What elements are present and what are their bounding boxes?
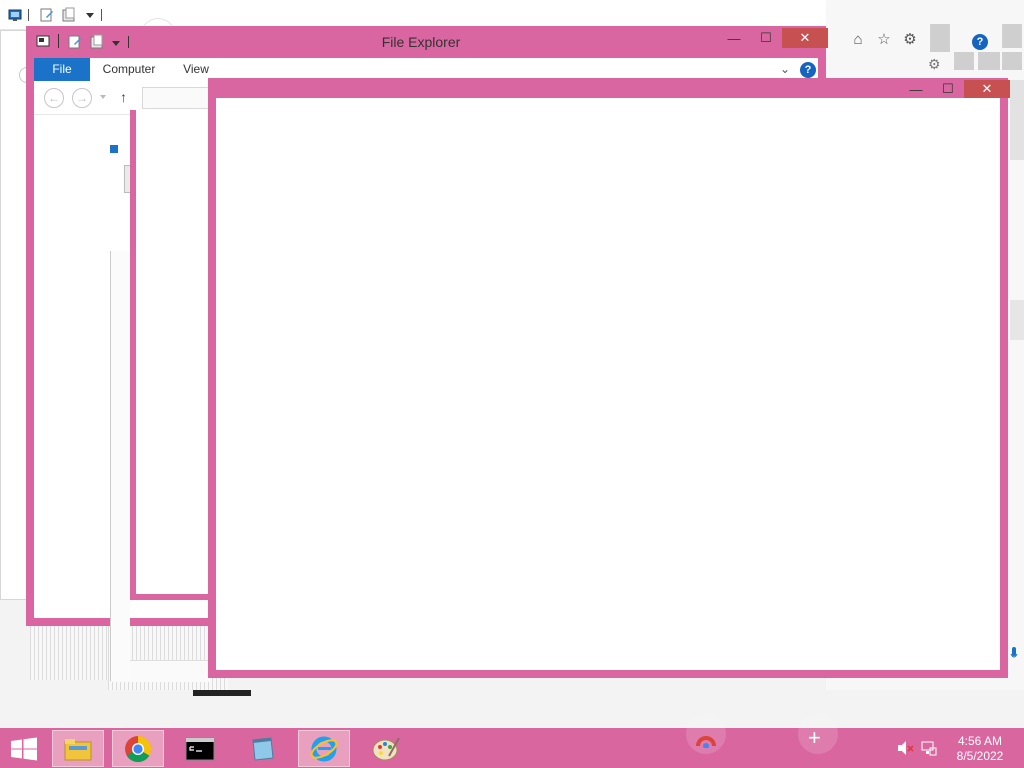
network-icon[interactable] [920, 739, 938, 757]
command-prompt-icon [185, 737, 215, 760]
home-icon[interactable]: ⌂ [848, 30, 868, 48]
toolbar-block [1002, 52, 1022, 70]
properties-icon[interactable] [40, 7, 54, 23]
tab-computer[interactable]: Computer [96, 58, 162, 81]
taskbar-paint[interactable] [360, 730, 412, 767]
minimize-button[interactable]: — [900, 80, 932, 98]
close-button[interactable]: ✕ [964, 80, 1010, 98]
internet-explorer-icon [310, 736, 338, 761]
windows-logo-icon [11, 737, 37, 761]
add-button[interactable]: + [808, 725, 821, 751]
taskbar-internet-explorer[interactable] [298, 730, 350, 767]
favorites-star-icon[interactable]: ☆ [874, 30, 894, 48]
forward-button[interactable]: → [72, 88, 92, 108]
window-controls: — ☐ ✕ [900, 80, 1010, 98]
maximize-button[interactable]: ☐ [932, 80, 964, 98]
recent-locations-dropdown[interactable] [100, 95, 106, 99]
separator [101, 9, 102, 21]
folder-icon [64, 738, 92, 760]
navigation-pane [110, 251, 130, 681]
help-icon[interactable]: ? [800, 62, 816, 78]
toolbar-block [978, 52, 1000, 70]
clock-date: 8/5/2022 [956, 749, 1004, 763]
microphone-icon[interactable] [1010, 645, 1018, 665]
back-button[interactable]: ← [44, 88, 64, 108]
window-controls: — ☐ ✕ [718, 28, 828, 48]
separator [28, 9, 29, 21]
toolbar-block [954, 52, 974, 70]
system-clock[interactable]: 4:56 AM 8/5/2022 [950, 734, 1010, 764]
up-button[interactable]: ↑ [120, 89, 127, 105]
scroll-segment [1010, 300, 1024, 340]
volume-muted-icon[interactable] [896, 739, 914, 757]
taskbar-notepad[interactable] [236, 730, 288, 767]
taskbar: + 4:56 AM 8/5/2022 [0, 714, 1024, 768]
taskbar-command-prompt[interactable] [174, 730, 226, 767]
settings-gear-icon[interactable]: ⚙ [928, 56, 941, 73]
new-folder-icon[interactable] [62, 7, 76, 23]
chrome-icon [125, 735, 152, 762]
tab-file[interactable]: File [34, 58, 90, 81]
settings-gear-icon[interactable]: ⚙ [900, 30, 920, 48]
maximize-button[interactable]: ☐ [750, 28, 782, 48]
scroll-thumb[interactable] [193, 690, 251, 696]
scroll-track [1010, 80, 1024, 160]
title-bar[interactable]: File Explorer — ☐ ✕ [26, 26, 828, 56]
taskbar-chrome[interactable] [112, 730, 164, 767]
customize-toolbar-dropdown[interactable] [86, 13, 94, 18]
chrome-partial-icon [696, 736, 716, 748]
ribbon-expand-chevron-icon[interactable]: ⌄ [780, 62, 790, 76]
notepad-icon [252, 736, 274, 761]
help-icon[interactable]: ? [972, 34, 988, 50]
close-button[interactable]: ✕ [782, 28, 828, 48]
taskbar-file-explorer[interactable] [52, 730, 104, 767]
toolbar-block [1002, 24, 1022, 48]
selection-strip [110, 145, 118, 153]
paint-palette-icon [372, 737, 400, 760]
computer-icon[interactable] [8, 7, 22, 23]
toolbar-block [930, 24, 950, 52]
clock-time: 4:56 AM [957, 734, 1003, 748]
minimize-button[interactable]: — [718, 28, 750, 48]
system-tray [896, 728, 938, 768]
front-window-content [216, 98, 1000, 670]
browser-toolbar: ⌂ ☆ ⚙ [848, 30, 920, 49]
start-button[interactable] [10, 737, 38, 761]
front-window: — ☐ ✕ [208, 78, 1010, 678]
window-title: File Explorer [381, 34, 461, 50]
